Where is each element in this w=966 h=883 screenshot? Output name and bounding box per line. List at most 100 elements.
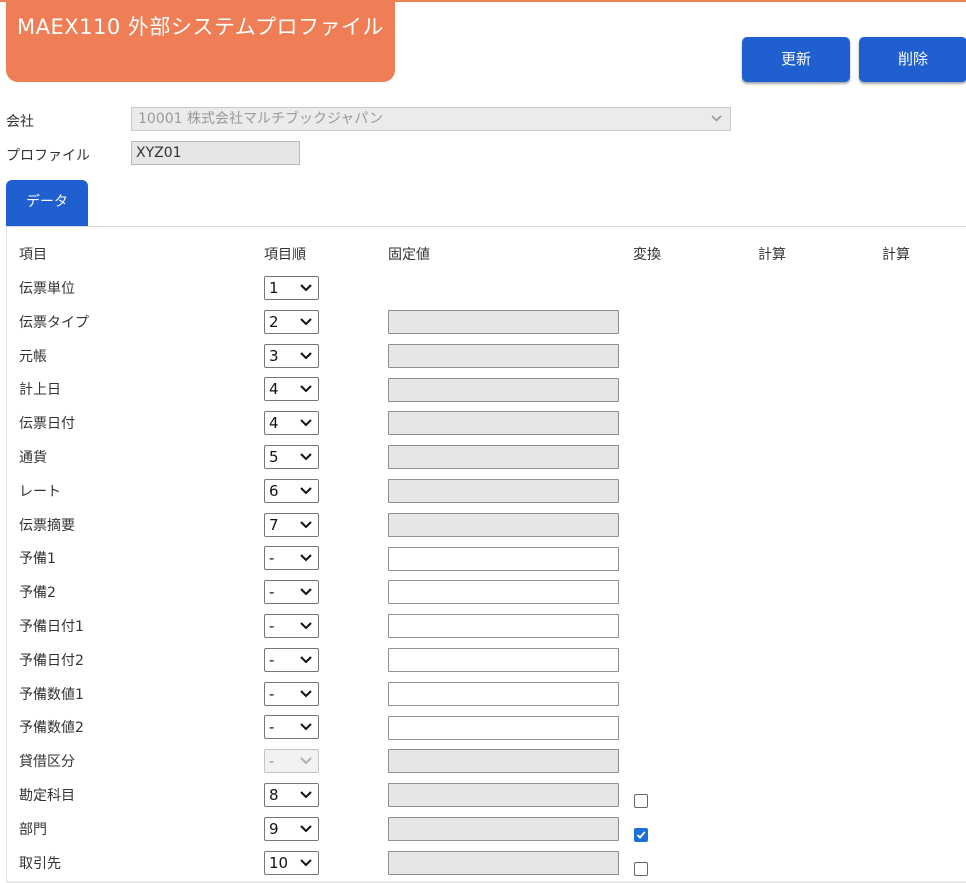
fixed-value-input	[388, 850, 619, 875]
fixed-value-input	[388, 343, 619, 368]
order-select[interactable]: 2	[264, 309, 319, 334]
chevron-down-icon	[300, 419, 312, 427]
order-select-value: 4	[269, 414, 279, 433]
fixed-value-input	[388, 411, 619, 436]
chevron-down-icon	[300, 520, 312, 529]
order-select[interactable]: 1	[264, 276, 319, 300]
order-select[interactable]: -	[264, 614, 319, 638]
fixed-value-input	[388, 783, 619, 808]
order-select[interactable]: 10	[264, 850, 319, 875]
row-label: 勘定科目	[19, 788, 75, 804]
tab-divider	[6, 226, 966, 227]
row-label: 予備日付1	[19, 619, 84, 635]
update-button[interactable]: 更新	[742, 37, 850, 82]
order-select-value: 9	[269, 819, 279, 838]
fixed-value-input[interactable]	[388, 580, 619, 605]
row-label: 伝票単位	[19, 281, 75, 297]
chevron-down-icon	[300, 487, 312, 495]
row-label: 予備2	[19, 585, 56, 602]
fixed-value-input	[388, 445, 619, 470]
order-select-value: 4	[269, 380, 279, 399]
fixed-value-input[interactable]	[388, 648, 619, 672]
company-label: 会社	[6, 114, 34, 130]
order-select-value: 3	[269, 346, 279, 365]
row-label: 予備1	[19, 551, 56, 568]
row-label: 貸借区分	[19, 754, 75, 771]
order-select-value: 2	[269, 312, 279, 331]
company-select[interactable]: 10001 株式会社マルチブックジャパン	[131, 107, 731, 131]
fixed-value-input[interactable]	[388, 681, 619, 706]
column-header-conversion: 変換	[633, 247, 661, 263]
order-select[interactable]: 7	[264, 512, 319, 537]
chevron-down-icon	[300, 825, 312, 833]
order-select[interactable]: -	[264, 681, 319, 706]
row-label: 計上日	[19, 382, 61, 399]
chevron-down-icon	[711, 115, 722, 122]
fixed-value-input[interactable]	[388, 715, 619, 740]
chevron-down-icon	[300, 858, 312, 867]
order-select-value: -	[269, 583, 275, 602]
fixed-value-input	[388, 512, 619, 537]
row-label: 元帳	[19, 348, 47, 365]
chevron-down-icon	[300, 622, 312, 630]
row-label: 取引先	[19, 855, 61, 872]
fixed-value-input[interactable]	[388, 546, 619, 571]
chevron-down-icon	[300, 554, 312, 562]
row-label: 部門	[19, 821, 47, 838]
order-select-value: -	[269, 718, 275, 737]
conversion-checkbox[interactable]	[634, 827, 648, 842]
order-select[interactable]: -	[264, 715, 319, 740]
chevron-down-icon	[300, 757, 312, 765]
chevron-down-icon	[300, 284, 312, 292]
order-select-value: -	[269, 650, 275, 669]
conversion-checkbox[interactable]	[634, 861, 648, 876]
order-select[interactable]: 3	[264, 343, 319, 368]
order-select-value: 5	[269, 448, 279, 466]
order-select: -	[264, 749, 319, 774]
column-header-order: 項目順	[264, 247, 306, 263]
chevron-down-icon	[300, 385, 312, 393]
row-label: 予備数値1	[19, 686, 84, 703]
order-select[interactable]: -	[264, 647, 319, 672]
order-select[interactable]: 4	[264, 377, 319, 402]
fixed-value-input	[388, 749, 619, 774]
fixed-value-input	[388, 817, 619, 841]
row-label: レート	[19, 483, 61, 500]
fixed-value-input	[388, 377, 619, 402]
conversion-checkbox[interactable]	[634, 794, 648, 808]
row-label: 伝票タイプ	[19, 314, 89, 331]
chevron-down-icon	[300, 791, 312, 799]
order-select-value: 1	[269, 279, 279, 297]
order-select[interactable]: -	[264, 580, 319, 605]
order-select-value: 7	[269, 515, 279, 534]
delete-button[interactable]: 削除	[859, 37, 966, 82]
page-title: MAEX110 外部システムプロファイル	[6, 0, 395, 82]
column-header-item: 項目	[19, 247, 47, 263]
tab-data[interactable]: データ	[6, 180, 88, 227]
order-select-value: -	[269, 549, 275, 568]
order-select[interactable]: 6	[264, 478, 319, 503]
chevron-down-icon	[300, 656, 312, 664]
row-label: 予備日付2	[19, 652, 84, 669]
order-select[interactable]: 9	[264, 816, 319, 841]
order-select-value: -	[269, 752, 275, 771]
profile-label: プロファイル	[6, 148, 90, 164]
chevron-down-icon	[300, 723, 312, 731]
order-select[interactable]: -	[264, 546, 319, 571]
column-header-calculation-2: 計算	[882, 247, 910, 263]
chevron-down-icon	[300, 351, 312, 360]
column-header-calculation-1: 計算	[758, 247, 786, 263]
order-select-value: -	[269, 617, 275, 635]
panel-border	[6, 227, 7, 883]
order-select[interactable]: 5	[264, 445, 319, 469]
order-select-value: 6	[269, 481, 279, 500]
order-select-value: 10	[269, 853, 289, 872]
order-select[interactable]: 4	[264, 411, 319, 436]
chevron-down-icon	[300, 588, 312, 596]
chevron-down-icon	[300, 453, 312, 461]
column-header-fixed-value: 固定値	[388, 247, 430, 263]
order-select[interactable]: 8	[264, 783, 319, 807]
row-label: 伝票摘要	[19, 517, 75, 534]
profile-field: XYZ01	[131, 141, 300, 165]
fixed-value-input[interactable]	[388, 614, 619, 639]
